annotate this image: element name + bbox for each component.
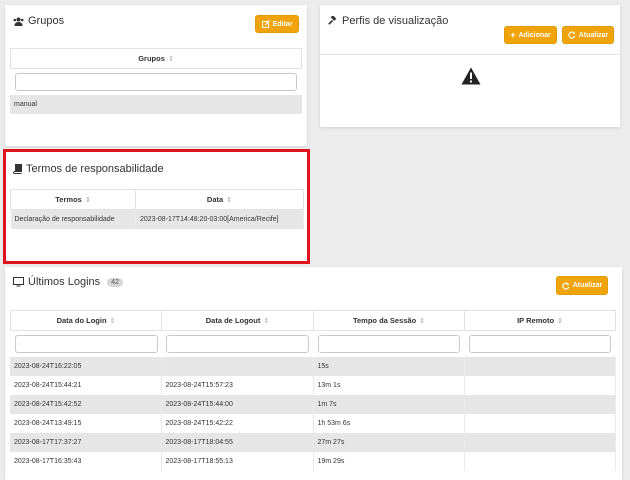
logout-date-filter[interactable]	[166, 335, 309, 353]
table-row[interactable]: 2023-08-17T17:37:27 2023-08-17T18:04:55 …	[10, 433, 616, 452]
grupos-cell: manual	[10, 95, 302, 114]
grupos-filter-input[interactable]	[15, 73, 297, 91]
grupos-panel: Grupos Editar Grupos ⇕ manual	[5, 5, 307, 146]
login-date-cell: 2023-08-17T17:37:27	[10, 433, 162, 452]
remote-ip-header[interactable]: IP Remoto ⇕	[464, 310, 616, 331]
remote-ip-cell	[464, 357, 616, 376]
login-date-cell: 2023-08-17T16:35:43	[10, 452, 162, 471]
sort-icon: ⇕	[557, 318, 563, 325]
table-row[interactable]: 2023-08-24T15:44:21 2023-08-24T15:57:23 …	[10, 376, 616, 395]
plus-icon: +	[510, 29, 516, 40]
logins-header: Últimos Logins 42	[13, 276, 123, 288]
logins-panel: Últimos Logins 42 Atualizar Data do Logi…	[5, 267, 622, 480]
remote-ip-cell	[464, 395, 616, 414]
session-time-header[interactable]: Tempo da Sessão ⇕	[313, 310, 465, 331]
logout-date-cell: 2023-08-24T15:44:00	[161, 395, 314, 414]
logins-refresh-label: Atualizar	[572, 282, 603, 289]
login-date-cell: 2023-08-24T16:22:05	[10, 357, 162, 376]
users-icon	[13, 17, 24, 26]
grupos-header: Grupos	[13, 15, 64, 27]
perfis-panel: Perfis de visualização + Adicionar Atual…	[320, 5, 620, 127]
session-time-cell: 1h 53m 6s	[313, 414, 465, 433]
login-date-filter[interactable]	[15, 335, 158, 353]
edit-button-label: Editar	[272, 20, 293, 28]
logins-title: Últimos Logins	[28, 276, 101, 288]
remote-ip-cell	[464, 433, 616, 452]
logins-refresh-button[interactable]: Atualizar	[556, 276, 608, 295]
grupos-column-header[interactable]: Grupos ⇕	[10, 48, 302, 69]
session-time-cell: 19m 29s	[313, 452, 465, 471]
perfis-refresh-button[interactable]: Atualizar	[562, 26, 614, 44]
perfis-refresh-label: Atualizar	[578, 31, 609, 39]
login-date-header[interactable]: Data do Login ⇕	[10, 310, 162, 331]
grupos-table: Grupos ⇕	[10, 48, 302, 69]
logout-date-cell: 2023-08-17T18:04:55	[161, 433, 314, 452]
edit-button[interactable]: Editar	[255, 15, 299, 33]
perfis-header: Perfis de visualização	[328, 15, 448, 27]
login-date-cell: 2023-08-24T15:42:52	[10, 395, 162, 414]
add-button[interactable]: + Adicionar	[504, 26, 557, 44]
monitor-icon	[13, 277, 24, 287]
divider	[320, 54, 620, 55]
remote-ip-filter[interactable]	[469, 335, 611, 353]
perfis-title: Perfis de visualização	[342, 15, 449, 27]
remote-ip-cell	[464, 414, 616, 433]
logout-date-cell	[161, 357, 314, 376]
logins-count-badge: 42	[107, 277, 123, 287]
session-time-cell: 27m 27s	[313, 433, 465, 452]
login-date-cell: 2023-08-24T15:44:21	[10, 376, 162, 395]
remote-ip-cell	[464, 376, 616, 395]
table-row[interactable]: 2023-08-24T16:22:05 15s	[10, 357, 616, 376]
session-time-cell: 13m 1s	[313, 376, 465, 395]
grupos-body: manual	[10, 95, 302, 114]
highlight-box	[3, 149, 310, 264]
table-row[interactable]: 2023-08-17T16:35:43 2023-08-17T18:55:13 …	[10, 452, 616, 471]
sort-icon: ⇕	[167, 56, 174, 63]
logout-date-cell: 2023-08-24T15:42:22	[161, 414, 314, 433]
logout-date-header[interactable]: Data de Logout ⇕	[161, 310, 314, 331]
grupos-title: Grupos	[28, 15, 65, 27]
session-time-cell: 15s	[313, 357, 465, 376]
edit-icon	[261, 20, 270, 28]
login-date-cell: 2023-08-24T13:49:15	[10, 414, 162, 433]
logins-header-table: Data do Login ⇕ Data de Logout ⇕ Tempo da …	[10, 310, 616, 331]
logout-date-cell: 2023-08-24T15:57:23	[161, 376, 314, 395]
sort-icon: ⇕	[419, 318, 426, 325]
table-row[interactable]: 2023-08-24T15:42:52 2023-08-24T15:44:00 …	[10, 395, 616, 414]
sort-icon: ⇕	[263, 318, 270, 325]
session-time-cell: 1m 7s	[313, 395, 465, 414]
refresh-icon	[562, 281, 570, 290]
session-time-filter[interactable]	[318, 335, 460, 353]
add-button-label: Adicionar	[518, 31, 551, 39]
logins-table: 2023-08-24T16:22:05 15s 2023-08-24T15:44…	[10, 357, 616, 471]
remote-ip-cell	[464, 452, 616, 471]
gavel-icon	[328, 16, 338, 26]
refresh-icon	[568, 31, 576, 39]
warning-icon	[461, 67, 481, 90]
logout-date-cell: 2023-08-17T18:55:13	[161, 452, 314, 471]
sort-icon: ⇕	[109, 318, 116, 325]
table-row[interactable]: 2023-08-24T13:49:15 2023-08-24T15:42:22 …	[10, 414, 616, 433]
table-row[interactable]: manual	[10, 95, 302, 114]
